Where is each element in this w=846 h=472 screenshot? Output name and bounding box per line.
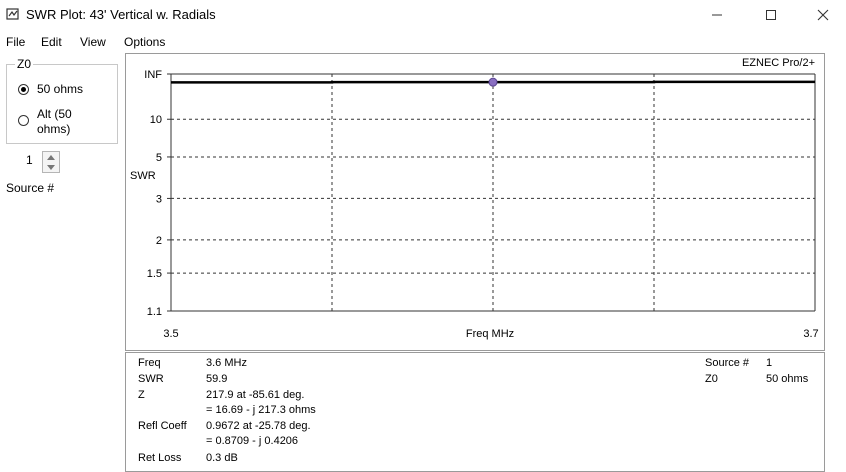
- spinner-up-button[interactable]: [43, 152, 59, 162]
- spinner-down-button[interactable]: [43, 162, 59, 172]
- info-panel: Freq 3.6 MHz SWR 59.9 Z 217.9 at -85.61 …: [125, 352, 825, 472]
- ret-loss-value: 0.3 dB: [206, 452, 238, 464]
- z-value-polar: 217.9 at -85.61 deg.: [206, 389, 305, 401]
- menu-view[interactable]: View: [80, 35, 106, 49]
- z0-50-ohms-label[interactable]: 50 ohms: [37, 82, 83, 96]
- info-z0-label: Z0: [705, 373, 718, 385]
- frequency-marker: [488, 77, 498, 87]
- menu-file[interactable]: File: [6, 35, 25, 49]
- minimize-button[interactable]: [694, 0, 740, 30]
- z0-alt-label-line1[interactable]: Alt (50: [37, 107, 72, 121]
- info-source-value: 1: [766, 357, 773, 369]
- grid: [167, 73, 816, 312]
- x-axis-label: Freq MHz: [466, 328, 514, 340]
- refl-coeff-polar: 0.9672 at -25.78 deg.: [206, 420, 311, 432]
- ret-loss-label: Ret Loss: [138, 452, 182, 464]
- menu-options[interactable]: Options: [124, 35, 165, 49]
- info-z0-value: 50 ohms: [766, 373, 809, 385]
- chevron-up-icon: [47, 154, 55, 160]
- source-value: 1: [26, 153, 33, 167]
- brand-label: EZNEC Pro/2+: [742, 57, 815, 69]
- x-tick-label-0: 3.5: [163, 328, 178, 340]
- z0-group: Z0 50 ohms Alt (50 ohms): [6, 57, 118, 144]
- maximize-icon: [766, 10, 776, 20]
- close-button[interactable]: [800, 0, 846, 30]
- info-source-label: Source #: [705, 357, 750, 369]
- y-tick-label-0: INF: [144, 69, 162, 81]
- swr-label: SWR: [138, 373, 164, 385]
- z0-legend: Z0: [15, 57, 34, 71]
- refl-coeff-rect: = 0.8709 - j 0.4206: [206, 435, 299, 447]
- menu-bar: File Edit View Options: [0, 33, 846, 51]
- window-title: SWR Plot: 43' Vertical w. Radials: [26, 7, 216, 22]
- y-tick-label-1: 10: [150, 114, 162, 126]
- close-icon: [817, 9, 829, 21]
- y-tick-label-6: 1.1: [147, 306, 162, 318]
- refl-coeff-label: Refl Coeff: [138, 420, 187, 432]
- z-value-rect: = 16.69 - j 217.3 ohms: [206, 404, 316, 416]
- y-tick-label-3: 3: [156, 193, 162, 205]
- z0-50-ohms-radio[interactable]: [18, 84, 29, 95]
- y-tick-label-2: 5: [156, 152, 162, 164]
- y-axis-label: SWR: [130, 170, 156, 182]
- freq-label: Freq: [138, 357, 161, 369]
- y-tick-labels: INF 10 5 3 2 1.5 1.1: [144, 69, 162, 318]
- maximize-button[interactable]: [748, 0, 794, 30]
- z0-alt-radio[interactable]: [18, 115, 29, 126]
- x-tick-label-1: 3.7: [803, 328, 818, 340]
- z0-alt-label-line2[interactable]: ohms): [37, 122, 70, 136]
- swr-series: [171, 77, 815, 87]
- chevron-down-icon: [47, 164, 55, 170]
- y-tick-label-4: 2: [156, 235, 162, 247]
- freq-value: 3.6 MHz: [206, 357, 247, 369]
- swr-value: 59.9: [206, 373, 228, 385]
- minimize-icon: [712, 14, 722, 16]
- title-bar: SWR Plot: 43' Vertical w. Radials: [0, 0, 846, 30]
- source-spinner[interactable]: [42, 151, 60, 173]
- menu-edit[interactable]: Edit: [41, 35, 62, 49]
- y-tick-label-5: 1.5: [147, 268, 162, 280]
- app-icon: [6, 8, 19, 20]
- source-label: Source #: [6, 181, 55, 195]
- z-label: Z: [138, 389, 145, 401]
- swr-chart: EZNEC Pro/2+ SWR Freq MHz INF 10 5 3 2 1.5 1.1…: [130, 57, 819, 340]
